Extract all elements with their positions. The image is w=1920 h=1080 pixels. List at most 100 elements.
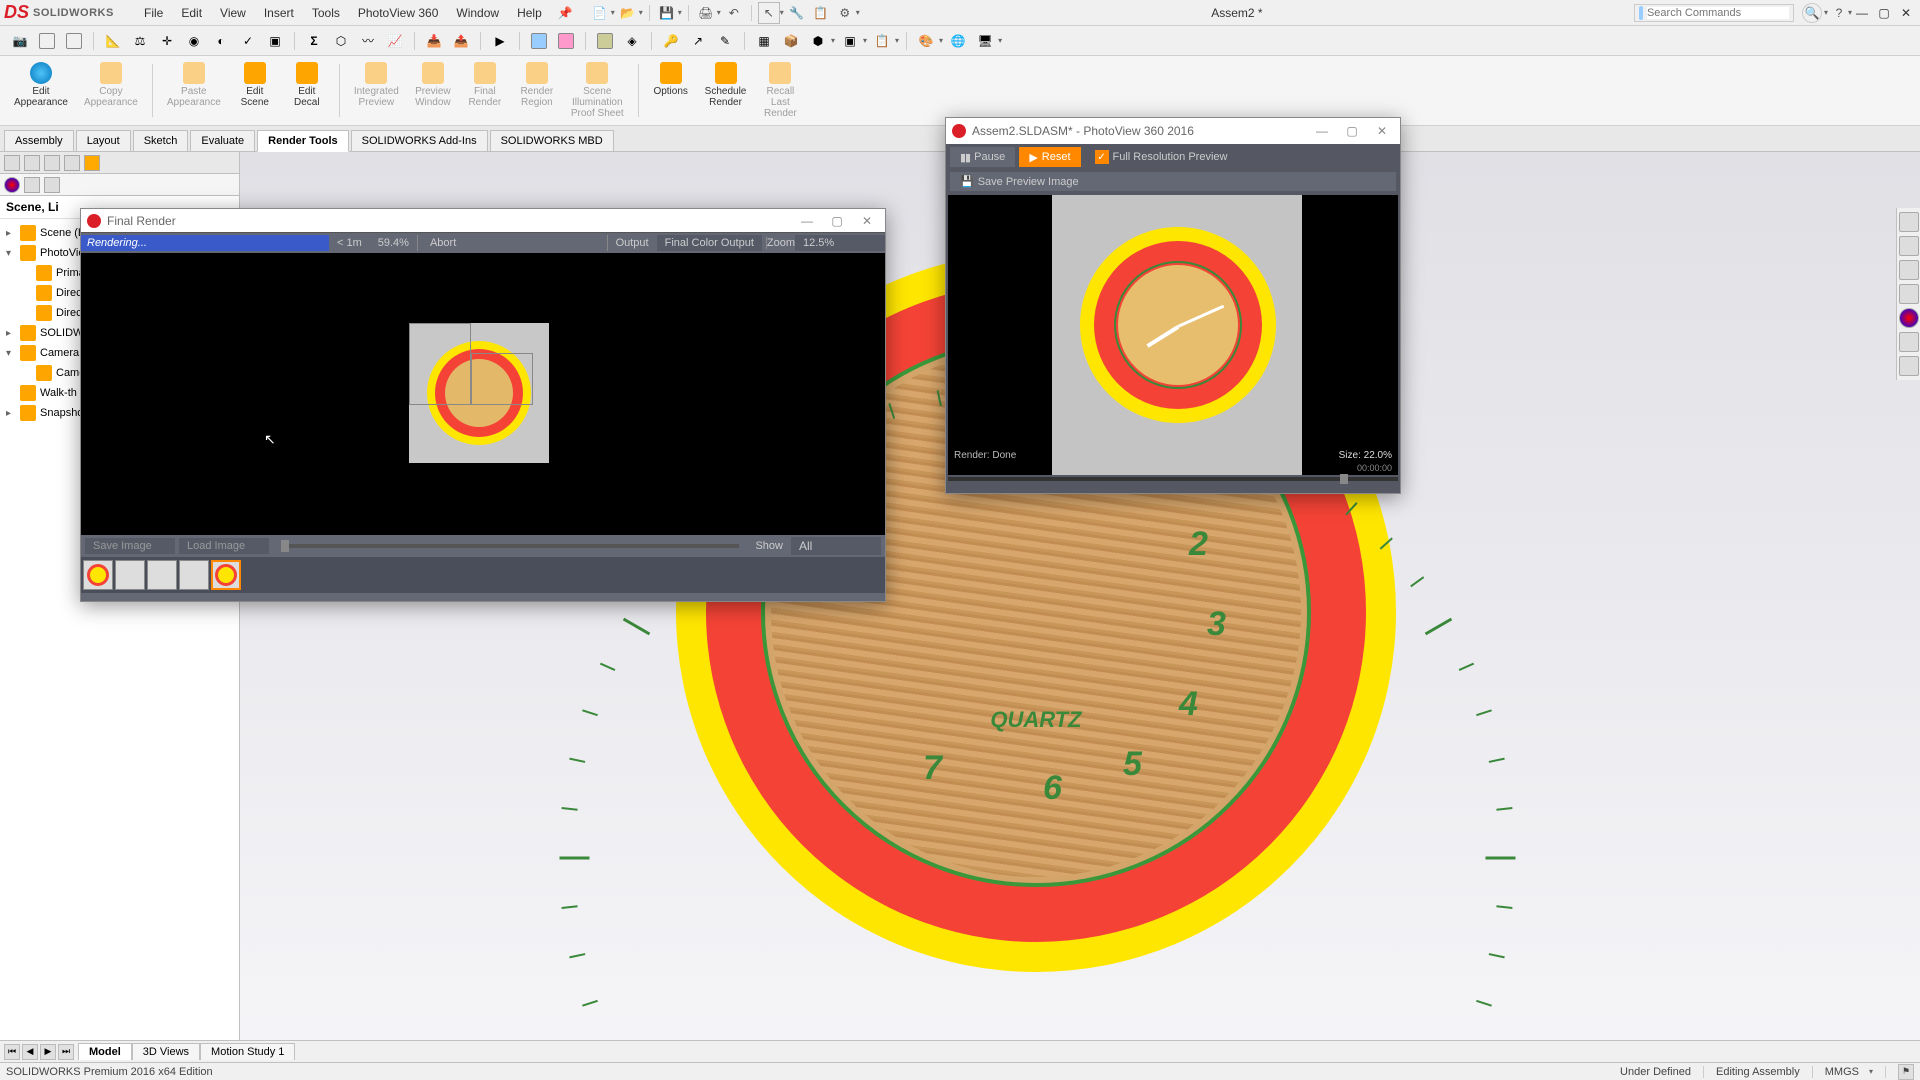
help-button[interactable]: ? bbox=[1828, 2, 1850, 24]
tb2-export-icon[interactable]: 📤 bbox=[449, 29, 473, 53]
tb2-display-icon[interactable]: 🖥 bbox=[973, 29, 997, 53]
nav-prev-button[interactable]: ◀ bbox=[22, 1044, 38, 1060]
panel-propertymanager-icon[interactable] bbox=[24, 155, 40, 171]
tb2-measure-icon[interactable]: 📐 bbox=[101, 29, 125, 53]
photoview-reset-button[interactable]: ▶ Reset bbox=[1019, 147, 1080, 167]
final-render-close-button[interactable]: ✕ bbox=[855, 211, 879, 231]
tb2-deviation-icon[interactable]: 📈 bbox=[383, 29, 407, 53]
tab-solidworks-mbd[interactable]: SOLIDWORKS MBD bbox=[490, 130, 614, 151]
tree-toggle-icon[interactable]: ▾ bbox=[6, 248, 16, 259]
minimize-button[interactable]: — bbox=[1852, 4, 1872, 22]
tree-toggle-icon[interactable]: ▾ bbox=[6, 348, 16, 359]
final-render-minimize-button[interactable]: — bbox=[795, 211, 819, 231]
task-library-icon[interactable] bbox=[1899, 236, 1919, 256]
maximize-button[interactable]: ▢ bbox=[1874, 4, 1894, 22]
tab-solidworks-add-ins[interactable]: SOLIDWORKS Add-Ins bbox=[351, 130, 488, 151]
edit-decal-button[interactable]: Edit Decal bbox=[283, 60, 331, 121]
tb2-scene-globe-icon[interactable]: 🌐 bbox=[946, 29, 970, 53]
doc-tab-motion-study-1[interactable]: Motion Study 1 bbox=[200, 1043, 295, 1060]
options-button[interactable]: Options bbox=[647, 60, 695, 121]
photoview-zoom-slider[interactable] bbox=[948, 477, 1398, 481]
edit-appearance-button[interactable]: Edit Appearance bbox=[8, 60, 74, 121]
scene-appearances-icon[interactable] bbox=[4, 177, 20, 193]
doc-tab-model[interactable]: Model bbox=[78, 1043, 132, 1060]
tb2-view2-icon[interactable] bbox=[554, 29, 578, 53]
tb2-tiles-icon[interactable]: ▦ bbox=[752, 29, 776, 53]
tb2-view1-icon[interactable] bbox=[527, 29, 551, 53]
panel-configmanager-icon[interactable] bbox=[44, 155, 60, 171]
options-button2[interactable]: 📋 bbox=[810, 2, 832, 24]
task-home-icon[interactable] bbox=[1899, 212, 1919, 232]
tab-layout[interactable]: Layout bbox=[76, 130, 131, 151]
final-render-maximize-button[interactable]: ▢ bbox=[825, 211, 849, 231]
tb2-window-icon[interactable] bbox=[35, 29, 59, 53]
select-button[interactable]: ↖ bbox=[758, 2, 780, 24]
render-thumb-2[interactable] bbox=[115, 560, 145, 590]
nav-last-button[interactable]: ⏭ bbox=[58, 1044, 74, 1060]
tb2-equation-icon[interactable]: Σ bbox=[302, 29, 326, 53]
tb2-sensor-icon[interactable]: ◉ bbox=[182, 29, 206, 53]
menu-insert[interactable]: Insert bbox=[256, 3, 302, 23]
show-dropdown[interactable]: All bbox=[791, 537, 881, 555]
tb2-statistics-icon[interactable]: ◐ bbox=[209, 29, 233, 53]
menu-photoview360[interactable]: PhotoView 360 bbox=[350, 3, 447, 23]
panel-dimxpert-icon[interactable] bbox=[64, 155, 80, 171]
print-button[interactable]: 🖨 bbox=[695, 2, 717, 24]
open-document-button[interactable]: 📂 bbox=[617, 2, 639, 24]
nav-first-button[interactable]: ⏮ bbox=[4, 1044, 20, 1060]
save-image-button[interactable]: Save Image bbox=[85, 538, 175, 554]
photoview-fullres-checkbox[interactable]: ✓ Full Resolution Preview bbox=[1085, 147, 1238, 167]
tb2-arrow-icon[interactable]: ↗ bbox=[686, 29, 710, 53]
photoview-pause-button[interactable]: ▮▮ Pause bbox=[950, 147, 1015, 167]
photoview-window[interactable]: Assem2.SLDASM* - PhotoView 360 2016 — ▢ … bbox=[945, 117, 1401, 494]
close-button[interactable]: ✕ bbox=[1896, 4, 1916, 22]
scene-decals-icon[interactable] bbox=[24, 177, 40, 193]
status-units[interactable]: MMGS bbox=[1825, 1066, 1859, 1078]
tb2-cube-icon[interactable]: ▣ bbox=[838, 29, 862, 53]
load-image-button[interactable]: Load Image bbox=[179, 538, 269, 554]
rebuild-button[interactable]: 🔧 bbox=[786, 2, 808, 24]
tree-toggle-icon[interactable]: ▸ bbox=[6, 328, 16, 339]
panel-featuremanager-icon[interactable] bbox=[4, 155, 20, 171]
photoview-close-button[interactable]: ✕ bbox=[1370, 121, 1394, 141]
menu-help[interactable]: Help bbox=[509, 3, 550, 23]
menu-edit[interactable]: Edit bbox=[173, 3, 210, 23]
edit-scene-button[interactable]: Edit Scene bbox=[231, 60, 279, 121]
tb2-assembly-icon[interactable] bbox=[593, 29, 617, 53]
new-document-button[interactable]: 📄 bbox=[589, 2, 611, 24]
tb2-part-icon[interactable]: ⬢ bbox=[806, 29, 830, 53]
tb2-camera-icon[interactable]: 📷 bbox=[8, 29, 32, 53]
tb2-geometry-icon[interactable]: ▣ bbox=[263, 29, 287, 53]
tab-sketch[interactable]: Sketch bbox=[133, 130, 189, 151]
tb2-section-icon[interactable]: ✛ bbox=[155, 29, 179, 53]
undo-button[interactable]: ↶ bbox=[723, 2, 745, 24]
search-input[interactable] bbox=[1647, 7, 1789, 19]
pin-icon[interactable]: 📌 bbox=[558, 6, 573, 20]
menu-view[interactable]: View bbox=[212, 3, 254, 23]
photoview-canvas[interactable]: Render: Done Size: 22.0% 00:00:00 bbox=[948, 195, 1398, 475]
task-view-icon[interactable] bbox=[1899, 284, 1919, 304]
compare-slider[interactable] bbox=[281, 544, 739, 548]
save-button[interactable]: 💾 bbox=[656, 2, 678, 24]
photoview-save-preview-button[interactable]: 💾 Save Preview Image bbox=[950, 172, 1396, 191]
tb2-compare-icon[interactable] bbox=[62, 29, 86, 53]
tb2-mass-icon[interactable]: ⚖ bbox=[128, 29, 152, 53]
task-custom-icon[interactable] bbox=[1899, 332, 1919, 352]
final-render-window[interactable]: Final Render — ▢ ✕ Rendering... < 1m 59.… bbox=[80, 208, 886, 602]
render-thumb-5[interactable] bbox=[211, 560, 241, 590]
tb2-check-icon[interactable]: ✓ bbox=[236, 29, 260, 53]
status-flag-icon[interactable]: ⚑ bbox=[1898, 1064, 1914, 1080]
scene-scenes-icon[interactable] bbox=[44, 177, 60, 193]
tb2-exploded-icon[interactable]: ◈ bbox=[620, 29, 644, 53]
final-render-abort-button[interactable]: Abort bbox=[417, 235, 468, 251]
photoview-maximize-button[interactable]: ▢ bbox=[1340, 121, 1364, 141]
task-forum-icon[interactable] bbox=[1899, 356, 1919, 376]
tb2-curve-icon[interactable]: 〰 bbox=[356, 29, 380, 53]
render-thumb-3[interactable] bbox=[147, 560, 177, 590]
tb2-appearance-icon[interactable]: 🎨 bbox=[914, 29, 938, 53]
render-thumb-4[interactable] bbox=[179, 560, 209, 590]
task-appearance-icon[interactable] bbox=[1899, 308, 1919, 328]
doc-tab-3d-views[interactable]: 3D Views bbox=[132, 1043, 200, 1060]
tb2-key-icon[interactable]: 🔑 bbox=[659, 29, 683, 53]
tree-toggle-icon[interactable]: ▸ bbox=[6, 228, 16, 239]
